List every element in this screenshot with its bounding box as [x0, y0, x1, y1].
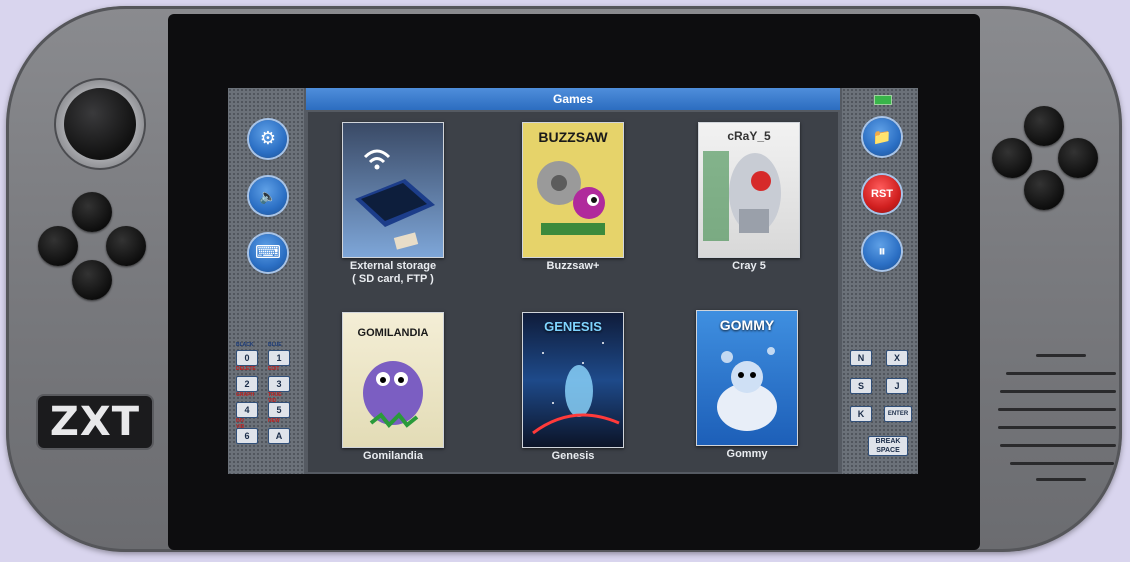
game-card-cray-5[interactable]: cRaY_5 Cray 5 [664, 114, 834, 294]
speaker-icon: 🔈 [259, 189, 277, 205]
game-card-buzzsaw[interactable]: BUZZSAW Buzzsaw+ [488, 114, 658, 294]
folder-icon: 📁 [872, 128, 892, 146]
left-button-down[interactable] [72, 260, 112, 300]
right-button-right[interactable] [1058, 138, 1098, 178]
left-button-up[interactable] [72, 192, 112, 232]
game-label: Buzzsaw+ [546, 260, 600, 272]
left-panel: ⚙ 🔈 ⌨ BLACK BLUE 0 1 DELETE EDIT 2 3 GRA… [228, 88, 304, 474]
break-label: BREAK [875, 438, 901, 445]
character-icon [717, 347, 777, 431]
battery-icon [874, 95, 892, 105]
right-button-left[interactable] [992, 138, 1032, 178]
storage-device-icon [355, 149, 435, 250]
games-grid: External storage ( SD card, FTP ) BUZZSA… [308, 112, 838, 472]
key-j[interactable]: J [886, 378, 908, 394]
gear-icon: ⚙ [259, 128, 277, 149]
analog-stick[interactable] [54, 78, 146, 170]
page-title: Games [306, 88, 840, 110]
game-label: External storage ( SD card, FTP ) [349, 260, 437, 285]
game-label: Gomilandia [363, 450, 423, 462]
key-6[interactable]: 6 [236, 428, 258, 444]
pause-icon: ⏸ [878, 242, 886, 260]
screen: ⚙ 🔈 ⌨ BLACK BLUE 0 1 DELETE EDIT 2 3 GRA… [228, 88, 918, 474]
astronaut-icon [532, 342, 620, 435]
monster-icon [363, 361, 423, 428]
key-5[interactable]: 5 [268, 402, 290, 418]
key-4[interactable]: 4 [236, 402, 258, 418]
left-button-left[interactable] [38, 226, 78, 266]
key-n[interactable]: N [850, 350, 872, 366]
external-storage-cover [342, 122, 444, 258]
right-button-top[interactable] [1024, 106, 1064, 146]
right-panel: 📁 RST ⏸ N X S J K ENTER BREAK SPACE [842, 88, 918, 474]
buzzsaw-cover: BUZZSAW [522, 122, 624, 258]
key-2[interactable]: 2 [236, 376, 258, 392]
gommy-cover: GOMMY [696, 310, 798, 446]
pause-button[interactable]: ⏸ [863, 232, 901, 270]
saw-blade-icon [537, 161, 605, 235]
left-button-right[interactable] [106, 226, 146, 266]
game-label: Genesis [551, 450, 595, 462]
key-3[interactable]: 3 [268, 376, 290, 392]
settings-button[interactable]: ⚙ [249, 120, 287, 158]
genesis-cover: GENESIS [522, 312, 624, 448]
folder-button[interactable]: 📁 [863, 118, 901, 156]
game-card-gomilandia[interactable]: GOMILANDIA Gomilandia [308, 304, 478, 474]
game-label: Gommy [726, 448, 768, 460]
game-card-external-storage[interactable]: External storage ( SD card, FTP ) [308, 114, 478, 294]
right-button-bottom[interactable] [1024, 170, 1064, 210]
gomilandia-cover: GOMILANDIA [342, 312, 444, 448]
key-s[interactable]: S [850, 378, 872, 394]
game-label: Cray 5 [732, 260, 766, 272]
game-card-genesis[interactable]: GENESIS Genesis [488, 304, 658, 474]
analog-stick-cap[interactable] [64, 88, 136, 160]
speaker-grille [996, 354, 1121, 484]
robot-icon [703, 151, 781, 241]
key-1[interactable]: 1 [268, 350, 290, 366]
key-0[interactable]: 0 [236, 350, 258, 366]
key-space[interactable]: BREAK SPACE [868, 436, 908, 456]
key-k[interactable]: K [850, 406, 872, 422]
key-a[interactable]: A [268, 428, 290, 444]
key-enter[interactable]: ENTER [884, 406, 912, 422]
space-label: SPACE [876, 447, 900, 454]
zxt-logo: ZXT [36, 394, 154, 450]
keyboard-icon: ⌨ [255, 242, 281, 263]
keyboard-button[interactable]: ⌨ [249, 234, 287, 272]
cray-5-cover: cRaY_5 [698, 122, 800, 258]
sound-button[interactable]: 🔈 [249, 177, 287, 215]
game-card-gommy[interactable]: GOMMY Gommy [662, 302, 832, 474]
reset-button[interactable]: RST [863, 175, 901, 213]
key-x[interactable]: X [886, 350, 908, 366]
